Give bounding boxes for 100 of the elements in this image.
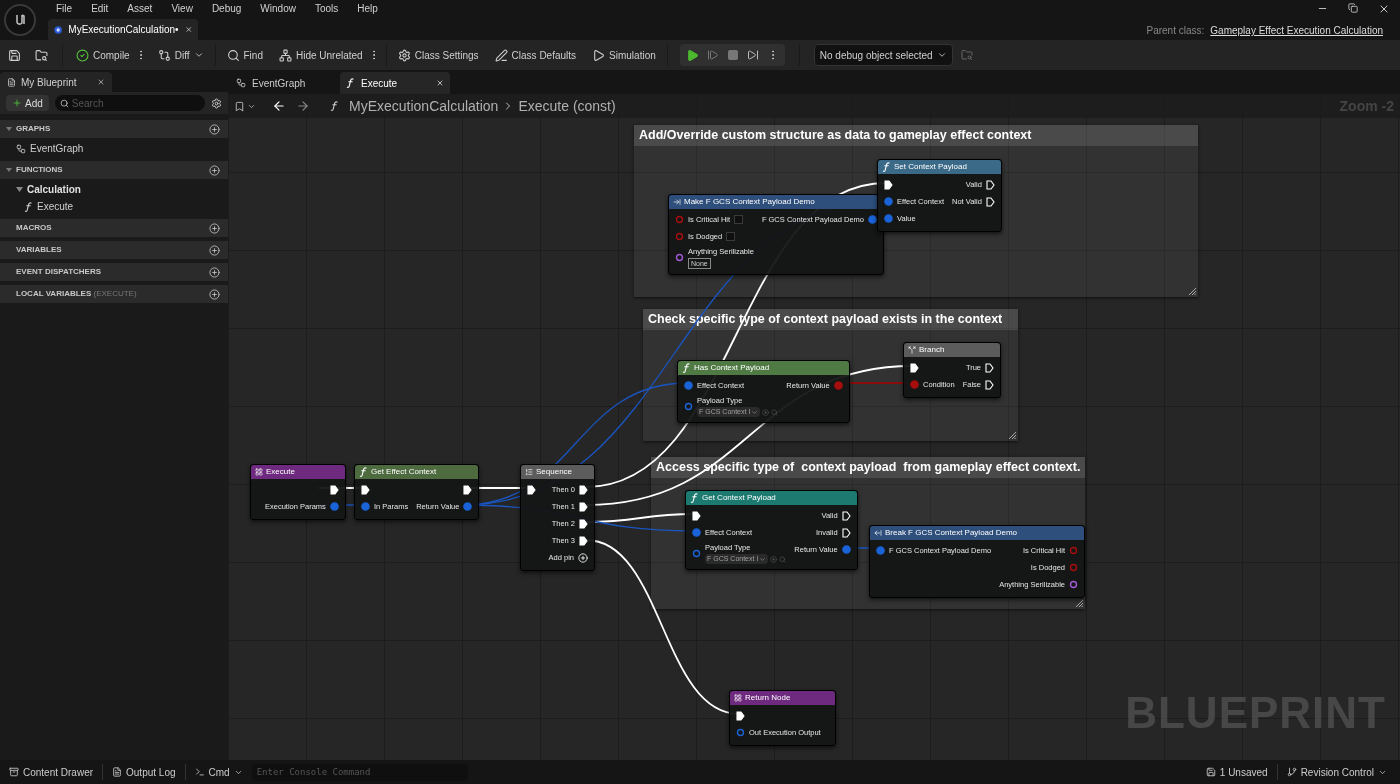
data-pin-icon[interactable] [463, 502, 473, 511]
breadcrumb-item[interactable]: Execute (const) [518, 95, 616, 117]
resize-handle-icon[interactable] [1189, 288, 1196, 295]
add-icon[interactable] [209, 288, 220, 300]
menu-item[interactable]: Asset [127, 1, 153, 16]
add-button[interactable]: Add [6, 95, 49, 111]
debug-object-dropdown[interactable]: No debug object selected [813, 44, 953, 66]
exec-pin-icon[interactable] [579, 535, 588, 546]
menu-item[interactable]: Edit [91, 1, 109, 16]
data-pin-icon[interactable] [684, 381, 693, 390]
toolbar-button[interactable]: Find [221, 45, 268, 65]
search-field[interactable]: Search [54, 95, 205, 111]
parent-class-link[interactable]: Gameplay Effect Execution Calculation [1210, 23, 1383, 38]
tree-item[interactable]: Execute [0, 198, 228, 215]
graph-canvas[interactable] [228, 94, 1400, 760]
toolbar-button[interactable]: Diff [152, 45, 209, 65]
bookmark-icon[interactable] [234, 100, 245, 112]
data-pin-icon[interactable] [1069, 580, 1078, 589]
toolbar-button[interactable]: Simulation [587, 45, 661, 65]
checkbox[interactable] [726, 232, 736, 241]
menu-item[interactable]: View [171, 1, 193, 16]
section-header[interactable]: EVENT DISPATCHERS [0, 263, 228, 281]
resize-handle-icon[interactable] [1076, 600, 1084, 607]
tree-item[interactable]: Calculation [0, 181, 228, 198]
settings-icon[interactable] [211, 97, 222, 109]
data-pin-icon[interactable] [833, 381, 843, 390]
data-pin-icon[interactable] [736, 728, 745, 737]
stop-icon[interactable] [726, 49, 739, 61]
section-header[interactable]: GRAPHS [0, 120, 228, 138]
toolbar-button[interactable]: Class Settings [392, 45, 484, 65]
section-header[interactable]: VARIABLES [0, 241, 228, 259]
forward-icon[interactable] [296, 99, 310, 113]
data-pin-icon[interactable] [884, 197, 893, 206]
exec-pin-icon[interactable] [841, 527, 851, 538]
cmd-dropdown[interactable]: Cmd [191, 764, 246, 780]
output-log-button[interactable]: Output Log [109, 764, 179, 780]
exec-pin-icon[interactable] [985, 179, 995, 190]
checkbox[interactable] [734, 215, 744, 224]
data-pin-icon[interactable] [675, 253, 684, 263]
document-tab[interactable]: MyExecutionCalculation• [48, 19, 198, 40]
revision-control-button[interactable]: Revision Control [1283, 764, 1390, 780]
section-header[interactable]: FUNCTIONS [0, 161, 228, 179]
close-icon[interactable] [1378, 3, 1390, 15]
toolbar-button[interactable]: Compile [71, 45, 135, 65]
data-pin-icon[interactable] [361, 502, 370, 511]
graph-tab[interactable]: Execute [340, 72, 450, 94]
data-pin-icon[interactable] [884, 214, 893, 223]
data-pin-icon[interactable] [675, 215, 684, 224]
exec-pin-icon[interactable] [361, 484, 370, 495]
data-pin-icon[interactable] [692, 528, 701, 537]
exec-pin-icon[interactable] [884, 179, 893, 190]
data-pin-icon[interactable] [910, 380, 919, 389]
exec-pin-icon[interactable] [579, 518, 588, 529]
exec-pin-icon[interactable] [985, 362, 995, 373]
add-icon[interactable] [209, 266, 220, 278]
add-icon[interactable] [209, 222, 220, 234]
graph-tab[interactable]: EventGraph [230, 72, 340, 94]
expand-arrow-icon[interactable] [6, 168, 12, 172]
section-header[interactable]: LOCAL VARIABLES (EXECUTE) [0, 285, 228, 303]
data-pin-icon[interactable] [684, 401, 693, 411]
data-pin-icon[interactable] [1069, 546, 1078, 555]
data-pin-icon[interactable] [1069, 563, 1078, 572]
exec-pin-icon[interactable] [692, 510, 701, 521]
menu-item[interactable]: Debug [211, 1, 242, 16]
tree-item[interactable]: EventGraph [0, 140, 228, 157]
toolbar-button[interactable]: Class Defaults [489, 45, 582, 65]
restore-icon[interactable] [1348, 3, 1358, 13]
resize-handle-icon[interactable] [1009, 432, 1016, 439]
exec-pin-icon[interactable] [736, 710, 745, 721]
expand-arrow-icon[interactable] [16, 187, 23, 192]
menu-item[interactable]: Tools [314, 1, 339, 16]
close-icon[interactable] [97, 78, 105, 86]
content-drawer-button[interactable]: Content Drawer [6, 764, 97, 780]
save-icon[interactable] [8, 48, 21, 62]
section-header[interactable]: MACROS [0, 219, 228, 237]
menu-item[interactable]: Window [260, 1, 296, 16]
data-pin-icon[interactable] [692, 548, 701, 558]
panel-tab[interactable]: My Blueprint [0, 72, 112, 92]
unsaved-button[interactable]: 1 Unsaved [1202, 764, 1271, 780]
back-icon[interactable] [272, 99, 286, 113]
add-icon[interactable] [209, 244, 220, 256]
exec-pin-icon[interactable] [841, 510, 851, 521]
menu-item[interactable]: File [56, 1, 73, 16]
data-pin-icon[interactable] [675, 232, 684, 241]
exec-pin-icon[interactable] [463, 484, 473, 495]
add-icon[interactable] [209, 164, 220, 176]
data-pin-icon[interactable] [876, 546, 885, 555]
breadcrumb-item[interactable]: MyExecutionCalculation [349, 95, 499, 117]
menu-item[interactable]: Help [357, 1, 378, 16]
toolbar-button[interactable]: Hide Unrelated [273, 45, 368, 65]
close-icon[interactable] [184, 25, 192, 34]
data-pin-icon[interactable] [868, 215, 877, 224]
console-input[interactable]: Enter Console Command [251, 763, 468, 781]
add-icon[interactable] [209, 123, 220, 135]
step-icon[interactable] [706, 49, 719, 61]
expand-arrow-icon[interactable] [6, 127, 12, 131]
exec-pin-icon[interactable] [579, 501, 588, 512]
browse-icon[interactable] [35, 48, 48, 62]
exec-pin-icon[interactable] [985, 379, 995, 390]
engine-logo-icon[interactable] [4, 4, 36, 36]
